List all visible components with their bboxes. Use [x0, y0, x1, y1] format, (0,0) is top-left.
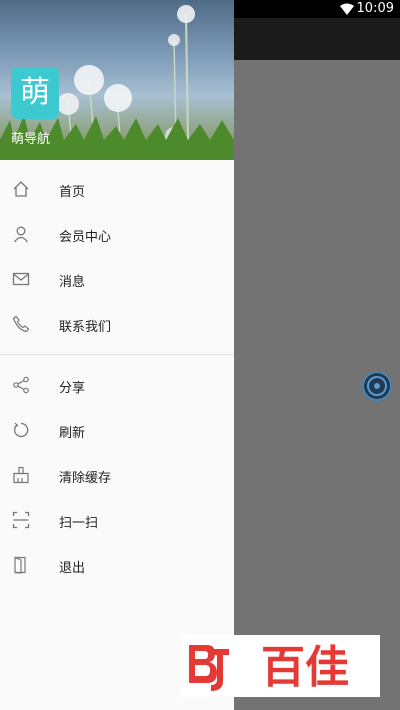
app-name: 萌导航	[11, 132, 51, 147]
menu-item-scan[interactable]: 扫一扫	[0, 498, 234, 543]
menu-item-clear-cache[interactable]: 清除缓存	[0, 453, 234, 498]
status-time: 10:09	[356, 1, 394, 16]
menu-label: 刷新	[59, 426, 86, 441]
menu-label: 分享	[59, 381, 86, 396]
menu-item-exit[interactable]: 退出	[0, 543, 234, 588]
menu-item-share[interactable]: 分享	[0, 363, 234, 408]
menu-label: 会员中心	[59, 230, 112, 245]
menu-item-member-center[interactable]: 会员中心	[0, 212, 234, 257]
exit-icon	[12, 556, 30, 574]
drawer-header: 萌 萌导航	[0, 0, 234, 160]
user-icon	[12, 225, 30, 243]
menu-item-contact-us[interactable]: 联系我们	[0, 302, 234, 347]
menu-label: 退出	[59, 561, 86, 576]
home-icon	[12, 180, 30, 198]
scan-icon	[12, 511, 30, 529]
mail-icon	[12, 270, 30, 288]
watermark-logo: 百佳	[181, 635, 380, 697]
share-icon	[12, 376, 30, 394]
menu-label: 扫一扫	[59, 516, 99, 531]
drawer-menu: 首页 会员中心 消息 联系我们 分享 刷新 清除缓存 扫一扫 退出	[0, 167, 234, 588]
refresh-icon	[12, 421, 30, 439]
menu-item-home[interactable]: 首页	[0, 167, 234, 212]
menu-label: 清除缓存	[59, 471, 112, 486]
phone-icon	[12, 315, 30, 333]
menu-item-refresh[interactable]: 刷新	[0, 408, 234, 453]
menu-divider	[0, 354, 234, 355]
app-logo: 萌	[11, 67, 59, 119]
menu-item-messages[interactable]: 消息	[0, 257, 234, 302]
menu-label: 联系我们	[59, 320, 112, 335]
wifi-icon	[340, 3, 354, 15]
watermark-text: 百佳	[261, 642, 349, 693]
menu-label: 消息	[59, 275, 86, 290]
navigation-drawer: 萌 萌导航 首页 会员中心 消息 联系我们 分享 刷新 清除缓存 扫一扫 退出	[0, 0, 234, 710]
floating-action-button[interactable]	[362, 371, 392, 401]
menu-label: 首页	[59, 185, 86, 200]
broom-icon	[12, 466, 30, 484]
